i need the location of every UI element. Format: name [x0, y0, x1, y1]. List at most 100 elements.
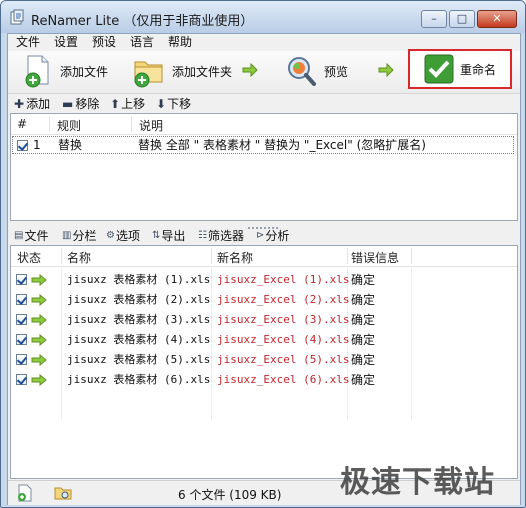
watermark-logo: 极速下载站: [340, 465, 495, 500]
files-header: 状态 名称 新名称 错误信息: [11, 246, 517, 267]
rule-name: 替换: [58, 138, 83, 152]
files-col-name[interactable]: 名称: [67, 249, 91, 266]
maximize-button[interactable]: □: [449, 10, 475, 28]
rename-label: 重命名: [460, 62, 497, 77]
add-rule-button[interactable]: ✚ 添加: [14, 95, 50, 112]
file-checkbox[interactable]: [16, 274, 27, 285]
rules-header: # 规则 说明: [11, 114, 517, 135]
main-toolbar: 添加文件 添加文件夹 预览 重命名: [8, 49, 520, 94]
menu-language[interactable]: 语言: [130, 34, 154, 50]
file-name: jisuxz 表格素材 (1).xls: [67, 273, 211, 286]
arrow-up-icon: ⬆: [110, 96, 121, 111]
remove-rule-label: 移除: [75, 97, 100, 111]
plus-icon: ✚: [14, 96, 25, 111]
add-files-label: 添加文件: [60, 64, 109, 79]
rules-col-desc[interactable]: 说明: [139, 117, 163, 134]
move-up-button[interactable]: ⬆ 上移: [110, 95, 145, 112]
arrow-down-icon: ⬇: [156, 96, 167, 111]
file-checkbox[interactable]: [16, 314, 27, 325]
menu-settings[interactable]: 设置: [54, 34, 78, 50]
filter-menu-label: 筛选器: [207, 229, 244, 243]
checkmark-icon: [424, 54, 454, 84]
files-col-status[interactable]: 状态: [17, 249, 41, 266]
file-checkbox[interactable]: [16, 374, 27, 385]
rule-index: 1: [33, 138, 41, 152]
file-checkbox[interactable]: [16, 334, 27, 345]
app-window: ReNamer Lite （仅用于非商业使用） – □ ✕ 文件 设置 预设 语…: [0, 0, 526, 508]
client-area: 文件 设置 预设 语言 帮助 添加文件 添加文件夹 预览 重命名 ✚ 添加 ▬ …: [7, 33, 521, 505]
files-menu-button[interactable]: ▤ 文件: [14, 227, 48, 244]
file-row[interactable]: jisuxz 表格素材 (5).xls jisuxz_Excel (5).xls…: [11, 350, 517, 370]
column-divider: [61, 248, 62, 264]
add-folder-label: 添加文件夹: [172, 64, 233, 79]
move-down-button[interactable]: ⬇ 下移: [156, 95, 191, 112]
file-name: jisuxz 表格素材 (2).xls: [67, 293, 211, 306]
magnifier-icon: [288, 57, 316, 86]
file-checkbox[interactable]: [16, 294, 27, 305]
arrow-right-icon: [242, 63, 258, 77]
ok-arrow-icon: [31, 314, 47, 326]
file-error: 确定: [351, 373, 376, 387]
file-error: 确定: [351, 333, 376, 347]
rule-description: 替换 全部 " 表格素材 " 替换为 "_Excel" (忽略扩展名): [138, 138, 426, 152]
add-folder-button[interactable]: 添加文件夹: [132, 53, 232, 89]
file-row[interactable]: jisuxz 表格素材 (2).xls jisuxz_Excel (2).xls…: [11, 290, 517, 310]
options-icon: ⚙: [106, 230, 115, 241]
rules-list[interactable]: # 规则 说明 1 替换 替换 全部 " 表格素材 " 替换为 "_Excel"…: [10, 113, 518, 221]
add-rule-label: 添加: [26, 97, 51, 111]
columns-menu-button[interactable]: ▥ 分栏: [62, 227, 96, 244]
add-folder-icon: [134, 61, 163, 88]
close-button[interactable]: ✕: [477, 10, 517, 28]
file-error: 确定: [351, 353, 376, 367]
files-col-error[interactable]: 错误信息: [351, 249, 399, 266]
file-error: 确定: [351, 273, 376, 287]
file-name: jisuxz 表格素材 (6).xls: [67, 373, 211, 386]
file-row[interactable]: jisuxz 表格素材 (6).xls jisuxz_Excel (6).xls…: [11, 370, 517, 390]
window-title: ReNamer Lite （仅用于非商业使用）: [31, 14, 254, 29]
add-file-small-icon[interactable]: [16, 484, 34, 502]
menu-file[interactable]: 文件: [16, 34, 40, 50]
file-row[interactable]: jisuxz 表格素材 (3).xls jisuxz_Excel (3).xls…: [11, 310, 517, 330]
file-row[interactable]: jisuxz 表格素材 (4).xls jisuxz_Excel (4).xls…: [11, 330, 517, 350]
files-list[interactable]: 状态 名称 新名称 错误信息 jisuxz 表格素材 (1).xls jisux…: [10, 245, 518, 479]
title-bar[interactable]: ReNamer Lite （仅用于非商业使用） – □ ✕: [1, 1, 525, 33]
file-new-name: jisuxz_Excel (5).xls: [217, 353, 350, 366]
analyze-menu-label: 分析: [265, 229, 290, 243]
menu-presets[interactable]: 预设: [92, 34, 116, 50]
analyze-menu-button[interactable]: ⊳ 分析: [256, 227, 289, 244]
export-menu-button[interactable]: ⇅ 导出: [152, 227, 185, 244]
move-up-label: 上移: [121, 97, 146, 111]
file-row[interactable]: jisuxz 表格素材 (1).xls jisuxz_Excel (1).xls…: [11, 270, 517, 290]
file-name: jisuxz 表格素材 (3).xls: [67, 313, 211, 326]
filter-icon: ☷: [198, 230, 207, 241]
ok-arrow-icon: [31, 374, 47, 386]
add-files-button[interactable]: 添加文件: [22, 53, 108, 89]
folder-search-icon[interactable]: [54, 484, 72, 502]
ok-arrow-icon: [31, 274, 47, 286]
move-down-label: 下移: [167, 97, 192, 111]
filter-menu-button[interactable]: ☷ 筛选器: [198, 227, 244, 244]
file-checkbox[interactable]: [16, 354, 27, 365]
files-col-newname[interactable]: 新名称: [217, 249, 253, 266]
rule-row[interactable]: 1 替换 替换 全部 " 表格素材 " 替换为 "_Excel" (忽略扩展名): [12, 136, 514, 154]
file-name: jisuxz 表格素材 (5).xls: [67, 353, 211, 366]
minimize-button[interactable]: –: [421, 10, 447, 28]
columns-menu-label: 分栏: [72, 229, 97, 243]
options-menu-button[interactable]: ⚙ 选项: [106, 227, 140, 244]
columns-icon: ▥: [62, 230, 72, 241]
export-menu-label: 导出: [161, 229, 186, 243]
file-new-name: jisuxz_Excel (4).xls: [217, 333, 350, 346]
rules-col-rule[interactable]: 规则: [57, 117, 81, 134]
menu-help[interactable]: 帮助: [168, 34, 192, 50]
rules-col-index[interactable]: #: [17, 117, 27, 131]
column-divider: [49, 116, 50, 132]
preview-button[interactable]: 预览: [286, 53, 348, 89]
status-summary: 6 个文件 (109 KB): [178, 488, 282, 502]
remove-rule-button[interactable]: ▬ 移除: [62, 95, 99, 112]
rename-button[interactable]: 重命名: [408, 49, 512, 89]
file-name: jisuxz 表格素材 (4).xls: [67, 333, 211, 346]
rule-checkbox[interactable]: [17, 140, 28, 151]
app-icon: [10, 9, 24, 25]
column-divider: [347, 248, 348, 264]
file-error: 确定: [351, 293, 376, 307]
